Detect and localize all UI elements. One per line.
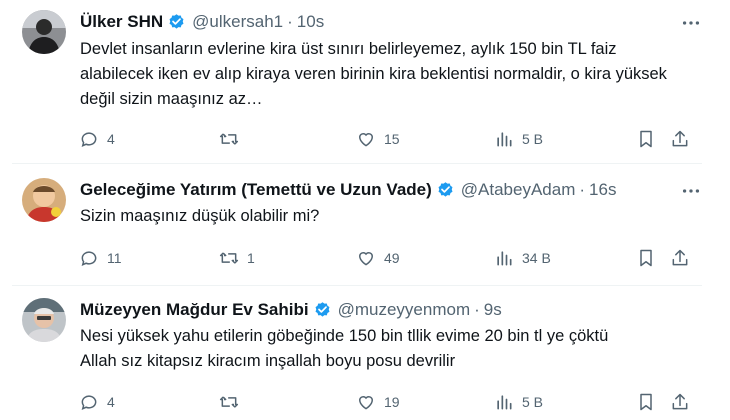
share-button[interactable] [670,390,698,414]
separator: · [579,180,586,199]
share-icon [672,249,688,266]
bookmark-icon [640,393,652,411]
timestamp[interactable]: 16s [589,180,616,200]
views-icon [497,395,512,410]
tweet-text: Sizin maaşınız düşük olabilir mi? [80,207,320,225]
tweet-actions: 11 1 49 34 B [74,246,704,270]
verified-badge-icon [438,181,453,197]
display-name[interactable]: Geleceğime Yatırım (Temettü ve Uzun Vade… [80,180,432,200]
tweet[interactable]: Müzeyyen Mağdur Ev Sahibi @muzeyyenmom ·… [0,286,730,420]
retweet-count: 1 [247,250,255,266]
views-button[interactable]: 5 B [494,390,543,414]
share-icon [672,130,688,147]
views-count: 5 B [522,394,544,410]
share-button[interactable] [670,127,698,151]
share-icon [672,393,688,410]
tweet[interactable]: Ülker SHN @ulkersah1 · 10s Devlet insanl… [0,0,730,164]
bookmark-button[interactable] [636,246,664,270]
bookmark-button[interactable] [636,127,664,151]
avatar[interactable] [22,178,66,222]
retweet-icon [219,396,239,408]
tweet-header: Müzeyyen Mağdur Ev Sahibi @muzeyyenmom ·… [80,298,690,322]
avatar[interactable] [22,10,66,54]
tweet-actions: 4 19 5 B [74,390,704,414]
views-button[interactable]: 5 B [494,127,543,151]
reply-count: 4 [107,394,115,410]
verified-badge-icon [169,13,184,29]
avatar[interactable] [22,298,66,342]
views-count: 34 B [522,250,551,266]
user-handle[interactable]: @muzeyyenmom [338,300,471,320]
retweet-button[interactable] [219,390,247,414]
more-icon[interactable] [680,180,702,202]
display-name[interactable]: Ülker SHN [80,12,163,32]
bookmark-button[interactable] [636,390,664,414]
views-icon [497,132,512,147]
views-button[interactable]: 34 B [494,246,551,270]
separator: · [474,300,480,319]
views-count: 5 B [522,131,544,147]
tweet-header: Geleceğime Yatırım (Temettü ve Uzun Vade… [80,178,690,202]
user-handle[interactable]: @AtabeyAdam [461,180,576,200]
bookmark-icon [640,249,652,267]
like-count: 15 [384,131,400,147]
timestamp[interactable]: 10s [297,12,324,32]
reply-button[interactable]: 4 [79,127,115,151]
tweet-text: Nesi yüksek yahu etilerin göbeğinde 150 … [80,324,690,374]
like-button[interactable]: 49 [356,246,400,270]
separator: · [287,12,293,31]
reply-count: 4 [107,131,115,147]
share-button[interactable] [670,246,698,270]
retweet-icon [219,133,239,145]
retweet-button[interactable]: 1 [219,246,255,270]
more-icon[interactable] [680,12,702,34]
like-count: 49 [384,250,400,266]
tweet-actions: 4 15 5 B [74,127,704,151]
reply-icon [81,132,97,147]
like-icon [358,396,374,410]
tweet[interactable]: Geleceğime Yatırım (Temettü ve Uzun Vade… [0,164,730,286]
display-name[interactable]: Müzeyyen Mağdur Ev Sahibi [80,300,309,320]
tweet-header: Ülker SHN @ulkersah1 · 10s [80,10,690,34]
reply-button[interactable]: 4 [79,390,115,414]
retweet-button[interactable] [219,127,247,151]
verified-badge-icon [315,301,330,317]
reply-count: 11 [107,250,122,266]
like-icon [358,252,374,266]
user-handle[interactable]: @ulkersah1 [192,12,283,32]
views-icon [497,251,512,266]
tweet-text: Devlet insanların evlerine kira üst sını… [80,40,667,108]
reply-button[interactable]: 11 [79,246,122,270]
timestamp[interactable]: 9s [484,300,502,320]
reply-feed: Ülker SHN @ulkersah1 · 10s Devlet insanl… [0,0,730,420]
like-button[interactable]: 19 [356,390,400,414]
tweet-text-line: Allah sız kitapsız kiracım inşallah boyu… [80,352,456,370]
like-count: 19 [384,394,400,410]
bookmark-icon [640,130,652,148]
reply-icon [81,251,97,266]
reply-icon [81,395,97,410]
like-icon [358,133,374,147]
like-button[interactable]: 15 [356,127,400,151]
retweet-icon [219,252,239,264]
tweet-text-line: Nesi yüksek yahu etilerin göbeğinde 150 … [80,327,609,345]
